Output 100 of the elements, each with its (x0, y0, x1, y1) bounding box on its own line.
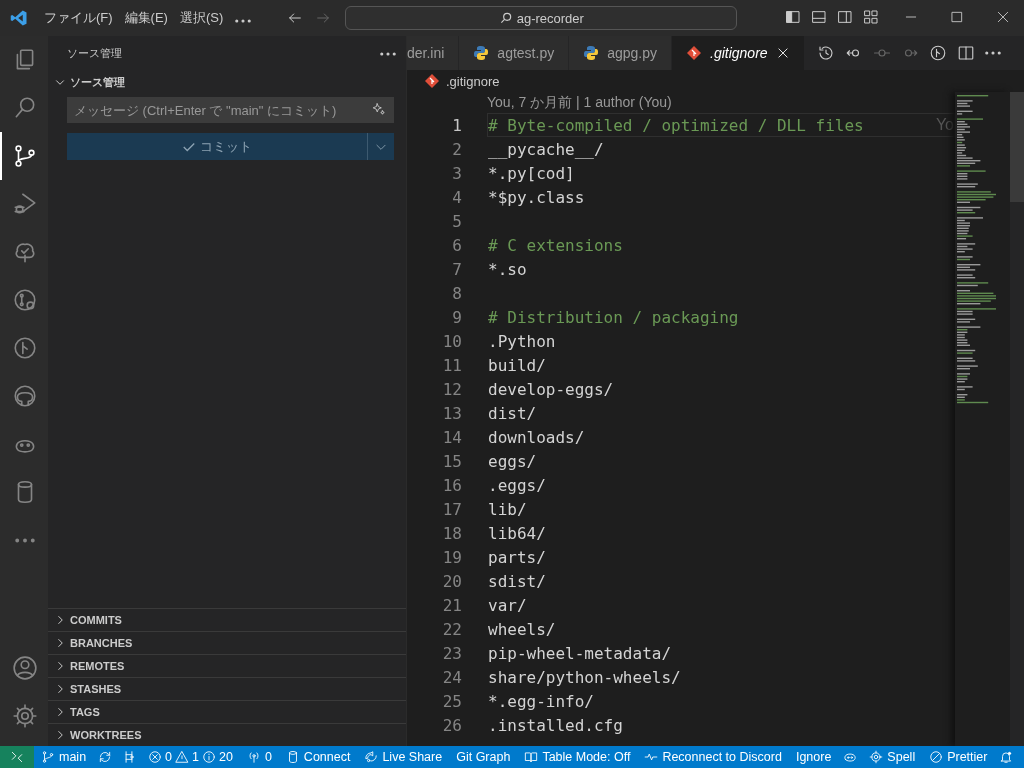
line-number: 10 (441, 331, 463, 351)
status-item[interactable]: 0 (239, 746, 279, 768)
line-number: 19 (441, 547, 463, 567)
git-file-icon (424, 73, 440, 89)
bell-icon[interactable] (999, 750, 1014, 764)
secondary-sidebar-icon[interactable] (837, 8, 853, 25)
code-line: var/ (488, 595, 527, 615)
close-icon[interactable] (775, 46, 790, 60)
code-line: wheels/ (488, 619, 556, 639)
menu-item[interactable]: 選択(S) (173, 9, 230, 27)
status-item[interactable]: Prettier (922, 746, 995, 768)
code-line: __pycache__/ (488, 139, 604, 159)
menu-item[interactable]: 編集(E) (118, 9, 174, 27)
settings-icon (12, 703, 38, 729)
sidebar-layout-icon[interactable] (785, 8, 801, 25)
line-number: 26 (441, 715, 463, 735)
more-icon[interactable] (380, 51, 396, 56)
history-icon[interactable] (816, 44, 835, 62)
more-icon[interactable] (984, 51, 1001, 55)
problems-button[interactable]: 0 1 20 (141, 746, 240, 768)
command-search-field[interactable]: ag-recorder (345, 6, 738, 30)
line-number: 20 (441, 571, 463, 591)
git-compare-icon[interactable] (928, 44, 947, 62)
remote-icon (10, 750, 24, 764)
line-number: 3 (451, 163, 463, 183)
editor-tab[interactable]: agpg.py (569, 36, 672, 70)
code-line: downloads/ (488, 427, 585, 447)
app-logo-icon (10, 9, 28, 27)
more-icon[interactable] (235, 18, 252, 23)
commit-message-field[interactable]: メッセージ (Ctrl+Enter で "main" にコミット) (67, 97, 394, 123)
codelens-text[interactable]: You, 7 か月前 | 1 author (You) (487, 93, 672, 112)
breadcrumb-item[interactable]: .gitignore (446, 73, 500, 89)
status-item[interactable]: Table Mode: Off (517, 746, 638, 768)
scrollbar-thumb[interactable] (1010, 92, 1024, 202)
section-header[interactable]: BRANCHES (48, 631, 406, 654)
status-item[interactable]: Git Graph (449, 746, 518, 768)
source-control-icon (12, 143, 38, 169)
line-number: 7 (451, 259, 463, 279)
section-header[interactable]: TAGS (48, 700, 406, 723)
code-line: dist/ (488, 403, 537, 423)
close-icon[interactable] (996, 9, 1010, 24)
status-item[interactable]: Ignore (788, 746, 839, 768)
line-number: 8 (451, 283, 463, 303)
section-header[interactable]: STASHES (48, 677, 406, 700)
line-number: 12 (441, 379, 463, 399)
python-file-icon (473, 45, 490, 61)
line-number: 4 (451, 187, 463, 207)
code-line: sdist/ (488, 571, 546, 591)
line-number: 1 (451, 115, 463, 135)
branch-button[interactable]: main (34, 746, 94, 768)
back-arrow-icon[interactable] (287, 10, 304, 26)
line-number: 14 (441, 427, 463, 447)
status-item[interactable]: Live Share (357, 746, 450, 768)
error-icon (148, 750, 163, 764)
code-comment: # Byte-compiled / optimized / DLL files (488, 115, 864, 135)
status-item[interactable]: Connect (278, 746, 358, 768)
code-comment: # Distribution / packaging (488, 307, 739, 327)
section-title: ソース管理 (70, 74, 125, 90)
section-header[interactable]: ソース管理 (48, 71, 406, 93)
section-title: REMOTES (70, 660, 125, 672)
layout-grid-icon[interactable] (863, 8, 879, 25)
section-header[interactable]: COMMITS (48, 608, 406, 631)
section-title: BRANCHES (70, 637, 133, 649)
section-header[interactable]: REMOTES (48, 654, 406, 677)
code-line: share/python-wheels/ (488, 667, 681, 687)
status-item[interactable]: Spell (862, 746, 923, 768)
section-title: STASHES (70, 683, 122, 695)
panel-layout-icon[interactable] (811, 8, 827, 25)
editor-tab[interactable]: der.ini (407, 36, 460, 70)
line-number: 6 (451, 235, 463, 255)
maximize-icon[interactable] (950, 9, 964, 24)
python-file-icon (583, 45, 600, 61)
git-file-icon (686, 45, 702, 61)
line-number: 11 (441, 355, 463, 375)
code-line: lib64/ (488, 523, 546, 543)
code-line: .Python (488, 331, 556, 351)
line-number: 5 (451, 211, 463, 231)
section-title: WORKTREES (70, 729, 142, 741)
code-line: *.egg-info/ (488, 691, 594, 711)
editor-tab[interactable]: .gitignore (672, 36, 805, 70)
split-editor-icon[interactable] (956, 44, 975, 62)
line-number: 18 (441, 523, 463, 543)
status-item[interactable]: Reconnect to Discord (637, 746, 789, 768)
line-number: 16 (441, 475, 463, 495)
sync-icon[interactable] (98, 750, 113, 764)
menu-item[interactable]: ファイル(F) (38, 9, 119, 27)
book-icon (524, 750, 539, 764)
account-icon (12, 655, 38, 681)
panel-title: ソース管理 (67, 46, 122, 61)
code-line: pip-wheel-metadata/ (488, 643, 672, 663)
line-number: 22 (441, 619, 463, 639)
git-graph-icon[interactable] (122, 750, 137, 764)
antenna-icon (246, 750, 261, 764)
line-number: 23 (441, 643, 463, 663)
pull-request-icon (12, 287, 38, 313)
code-line: .eggs/ (488, 475, 546, 495)
editor-tab[interactable]: agtest.py (459, 36, 570, 70)
code-line: lib/ (488, 499, 527, 519)
section-title: COMMITS (70, 614, 122, 626)
code-comment: # C extensions (488, 235, 623, 255)
